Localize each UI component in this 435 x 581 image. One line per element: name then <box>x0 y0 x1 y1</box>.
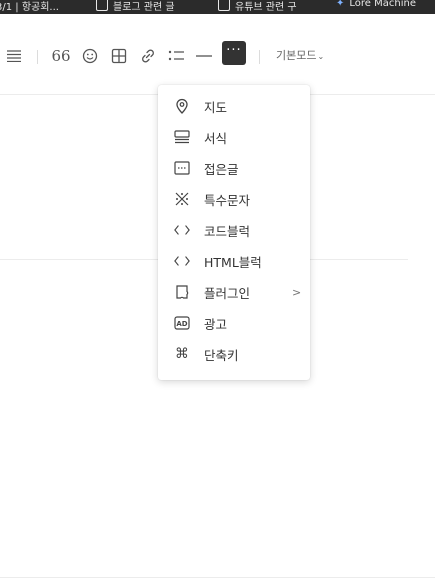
more-icon: ··· <box>226 43 242 58</box>
quote-button[interactable]: 66 <box>51 46 71 66</box>
table-icon <box>111 48 127 64</box>
bookmark-label: Lore Machine <box>349 0 416 9</box>
emoji-button[interactable] <box>81 46 99 66</box>
bookmark-item[interactable]: 3/1 | 항공회... <box>0 0 59 13</box>
fold-icon <box>174 160 190 176</box>
menu-item-label: 단축키 <box>204 347 239 363</box>
bookmark-label: 3/1 | 항공회... <box>0 2 59 13</box>
chevron-right-icon: > <box>292 285 302 299</box>
mode-dropdown[interactable]: 기본모드⌄ <box>276 47 324 63</box>
hr-icon <box>196 55 212 57</box>
toolbar-divider <box>37 50 38 64</box>
mode-label: 기본모드 <box>276 49 317 62</box>
more-menu: 지도 서식 접은글 특수문자 코드블럭 HTML블럭 플러그인 > AD 광고 … <box>158 85 310 380</box>
more-button[interactable]: ··· <box>222 41 246 65</box>
folder-icon <box>218 0 230 11</box>
link-icon <box>142 49 154 63</box>
svg-text:AD: AD <box>176 320 187 328</box>
menu-item-plugin[interactable]: 플러그인 > <box>158 279 310 305</box>
menu-item-label: 서식 <box>204 130 228 146</box>
bookmark-item[interactable]: 블로그 관련 글 <box>96 0 175 13</box>
editor-toolbar: 66 <box>0 34 435 78</box>
align-button[interactable] <box>6 46 22 66</box>
bookmark-label: 유튜브 관련 구 <box>235 2 297 13</box>
bookmarks-bar: 3/1 | 항공회... 블로그 관련 글 유튜브 관련 구 ✦ Lore Ma… <box>0 0 435 14</box>
menu-item-label: 코드블럭 <box>204 223 251 239</box>
menu-item-label: HTML블럭 <box>204 254 262 270</box>
list-icon <box>168 50 184 61</box>
table-button[interactable] <box>110 46 128 66</box>
machine-icon: ✦ <box>336 0 345 9</box>
menu-item-html[interactable]: HTML블럭 <box>158 248 310 274</box>
menu-item-fold[interactable]: 접은글 <box>158 155 310 181</box>
list-button[interactable] <box>167 46 185 66</box>
plugin-icon <box>174 284 190 300</box>
folder-icon <box>96 0 108 11</box>
menu-item-label: 특수문자 <box>204 192 251 208</box>
map-pin-icon <box>174 98 190 114</box>
menu-item-label: 지도 <box>204 99 228 115</box>
hr-button[interactable] <box>196 46 212 66</box>
shortcut-icon: ⌘ <box>175 346 189 362</box>
chevron-down-icon: ⌄ <box>317 52 325 61</box>
divider <box>0 577 435 578</box>
menu-item-ad[interactable]: AD 광고 <box>158 310 310 336</box>
bookmark-item[interactable]: ✦ Lore Machine <box>336 0 416 9</box>
special-char-icon <box>174 191 190 207</box>
menu-item-template[interactable]: 서식 <box>158 124 310 150</box>
menu-item-map[interactable]: 지도 <box>158 93 310 119</box>
html-icon <box>174 253 190 269</box>
bookmark-label: 블로그 관련 글 <box>113 2 175 13</box>
quote-icon: 66 <box>51 47 71 65</box>
toolbar-divider <box>259 50 260 64</box>
menu-item-label: 광고 <box>204 316 228 332</box>
align-icon <box>7 50 21 62</box>
menu-item-label: 플러그인 <box>204 285 251 301</box>
bookmark-item[interactable]: 유튜브 관련 구 <box>218 0 297 13</box>
menu-item-special-char[interactable]: 특수문자 <box>158 186 310 212</box>
code-icon <box>174 222 190 238</box>
template-icon <box>174 129 190 145</box>
menu-item-shortcut[interactable]: ⌘ 단축키 <box>158 341 310 367</box>
menu-item-code[interactable]: 코드블럭 <box>158 217 310 243</box>
ad-icon: AD <box>174 315 190 331</box>
menu-item-label: 접은글 <box>204 161 239 177</box>
emoji-icon <box>82 48 98 64</box>
link-button[interactable] <box>139 46 157 66</box>
